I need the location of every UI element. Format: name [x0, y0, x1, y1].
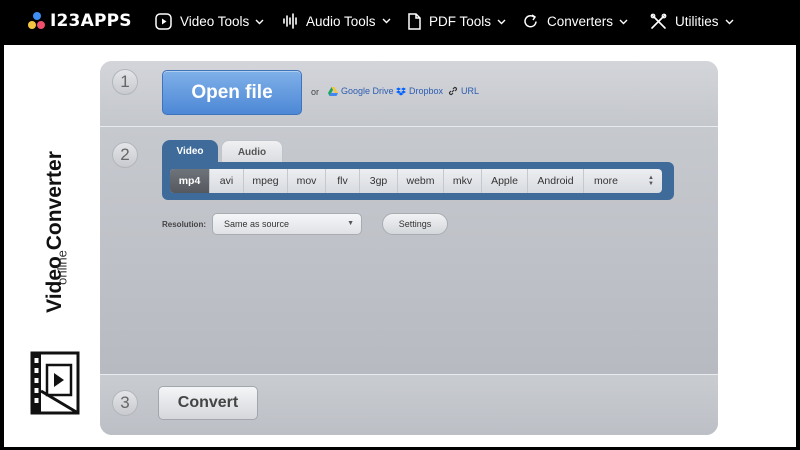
logo-text: I23APPS — [50, 11, 132, 31]
caret-down-icon: ▼ — [347, 220, 354, 227]
page-content: Video Converter online 1 Open file or Go… — [4, 45, 796, 447]
up-down-arrow-icon: ▲ ▼ — [648, 175, 654, 187]
format-3gp[interactable]: 3gp — [360, 169, 398, 193]
nav-converters[interactable]: Converters — [522, 13, 628, 30]
format-android[interactable]: Android — [528, 169, 584, 193]
settings-button[interactable]: Settings — [382, 213, 448, 235]
more-label: more — [594, 175, 618, 187]
resolution-label: Resolution: — [162, 220, 206, 229]
dropbox-label: Dropbox — [409, 86, 444, 96]
refresh-icon — [524, 14, 537, 28]
app-branding: Video Converter online — [28, 151, 84, 425]
tab-video[interactable]: Video — [162, 140, 218, 164]
top-nav-bar: I23APPS Video Tools Audio Tools PDF Tool… — [0, 0, 800, 45]
or-label: or — [311, 87, 320, 97]
format-mp4[interactable]: mp4 — [170, 169, 210, 193]
step-number: 3 — [112, 390, 138, 416]
logo[interactable]: I23APPS — [28, 11, 132, 31]
format-mov[interactable]: mov — [288, 169, 326, 193]
film-strip-icon — [30, 351, 80, 415]
url-label: URL — [461, 86, 480, 96]
nav-label: Converters — [547, 14, 614, 29]
sound-wave-icon — [283, 13, 297, 29]
chevron-down-icon — [382, 18, 391, 24]
resolution-select[interactable]: Same as source ▼ — [212, 213, 362, 235]
format-mpeg[interactable]: mpeg — [244, 169, 288, 193]
nav-utilities[interactable]: Utilities — [650, 13, 734, 30]
nav-label: Audio Tools — [306, 13, 376, 29]
step-choose-format: 2 Audio Video mp4 avi mpeg mov flv 3gp w… — [100, 127, 718, 375]
format-mkv[interactable]: mkv — [444, 169, 482, 193]
play-circle-icon — [155, 13, 172, 30]
chevron-down-icon — [725, 19, 734, 24]
format-flv[interactable]: flv — [326, 169, 360, 193]
tools-icon — [650, 13, 667, 29]
step-convert: 3 Convert — [100, 375, 718, 435]
format-apple[interactable]: Apple — [482, 169, 528, 193]
app-subtitle: online — [54, 250, 70, 285]
converter-panel: 1 Open file or Google Drive Dropbox URL … — [100, 61, 718, 435]
format-avi[interactable]: avi — [210, 169, 244, 193]
chevron-down-icon — [619, 19, 628, 24]
step-number: 2 — [112, 142, 138, 168]
nav-label: Video Tools — [180, 14, 250, 29]
dropbox-link[interactable]: Dropbox — [396, 86, 443, 96]
url-link[interactable]: URL — [448, 86, 479, 96]
google-drive-icon — [328, 86, 338, 96]
nav-video-tools[interactable]: Video Tools — [155, 13, 264, 30]
tab-audio[interactable]: Audio — [221, 140, 283, 164]
convert-button[interactable]: Convert — [158, 386, 258, 420]
chevron-down-icon — [497, 19, 506, 24]
chevron-down-icon — [255, 19, 264, 24]
link-icon — [448, 86, 458, 96]
resolution-value: Same as source — [224, 219, 290, 229]
format-more-dropdown[interactable]: more ▲ ▼ — [584, 169, 662, 193]
format-bar: mp4 avi mpeg mov flv 3gp webm mkv Apple … — [162, 162, 674, 200]
nav-pdf-tools[interactable]: PDF Tools — [407, 13, 506, 30]
open-file-button[interactable]: Open file — [162, 70, 302, 115]
dropbox-icon — [396, 87, 406, 95]
document-icon — [408, 13, 421, 30]
nav-label: Utilities — [675, 14, 719, 29]
google-drive-link[interactable]: Google Drive — [328, 86, 394, 96]
step-open-file: 1 Open file or Google Drive Dropbox URL — [100, 61, 718, 127]
format-webm[interactable]: webm — [398, 169, 444, 193]
format-list: mp4 avi mpeg mov flv 3gp webm mkv Apple … — [170, 169, 662, 193]
step-number: 1 — [112, 69, 138, 95]
logo-dots-icon — [28, 12, 46, 30]
nav-label: PDF Tools — [429, 14, 492, 29]
google-drive-label: Google Drive — [341, 86, 394, 96]
nav-audio-tools[interactable]: Audio Tools — [283, 13, 391, 29]
